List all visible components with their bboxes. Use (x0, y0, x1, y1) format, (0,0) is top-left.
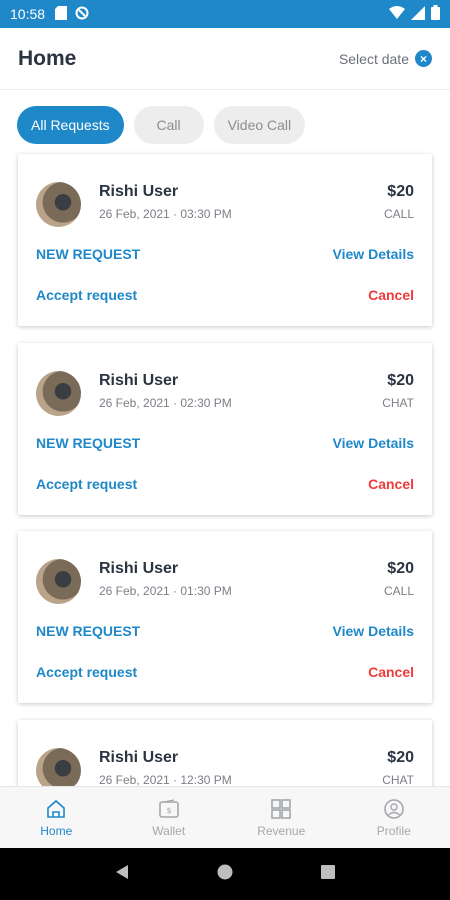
view-details-link[interactable]: View Details (333, 246, 414, 262)
request-price: $20 (387, 183, 414, 200)
cancel-button[interactable]: Cancel (368, 664, 414, 680)
request-status: NEW REQUEST (36, 246, 141, 262)
filter-video-call[interactable]: Video Call (213, 106, 306, 144)
select-date-label: Select date (338, 50, 409, 67)
accept-request-button[interactable]: Accept request (36, 476, 137, 492)
status-time: 10:58 (10, 6, 46, 22)
nav-home-label: Home (40, 823, 73, 838)
nav-revenue[interactable]: Revenue (225, 787, 338, 848)
requester-name: Rishi User (99, 183, 179, 200)
app-header: Home Select date × (0, 28, 450, 90)
bottom-nav: Home $ Wallet Revenue Profile (0, 786, 450, 848)
back-icon[interactable] (114, 864, 130, 885)
request-type: CALL (383, 584, 414, 598)
wifi-icon (389, 5, 405, 23)
system-nav-bar (0, 848, 450, 900)
request-datetime: 26 Feb, 2021 · 12:30 PM (99, 773, 232, 786)
wallet-icon: $ (158, 798, 179, 818)
request-datetime: 26 Feb, 2021 · 02:30 PM (99, 396, 232, 410)
request-card: Rishi User 26 Feb, 2021 · 02:30 PM $20 C… (18, 343, 432, 515)
accept-request-button[interactable]: Accept request (36, 287, 137, 303)
request-price: $20 (387, 372, 414, 389)
view-details-link[interactable]: View Details (333, 435, 414, 451)
svg-text:$: $ (166, 806, 171, 815)
status-bar: 10:58 (0, 0, 450, 28)
view-details-link[interactable]: View Details (333, 623, 414, 639)
avatar (36, 748, 81, 786)
nav-profile-label: Profile (376, 823, 411, 838)
select-date-button[interactable]: Select date × (339, 50, 432, 67)
filter-chips: All Requests Call Video Call (17, 106, 306, 144)
request-type: CALL (383, 207, 414, 221)
request-list: Rishi User 26 Feb, 2021 · 03:30 PM $20 C… (0, 150, 450, 786)
request-status: NEW REQUEST (36, 623, 141, 639)
requester-name: Rishi User (99, 372, 179, 389)
avatar (36, 371, 81, 416)
avatar (36, 559, 81, 604)
nav-wallet[interactable]: $ Wallet (113, 787, 226, 848)
battery-icon (431, 5, 440, 23)
request-card: Rishi User 26 Feb, 2021 · 12:30 PM $20 C… (18, 720, 432, 786)
nav-home[interactable]: Home (0, 787, 113, 848)
avatar (36, 182, 81, 227)
signal-icon (411, 5, 425, 23)
request-price: $20 (387, 749, 414, 766)
accept-request-button[interactable]: Accept request (36, 664, 137, 680)
profile-icon (383, 798, 404, 819)
request-card: Rishi User 26 Feb, 2021 · 01:30 PM $20 C… (18, 531, 432, 703)
request-datetime: 26 Feb, 2021 · 03:30 PM (99, 207, 232, 221)
request-type: CHAT (382, 773, 414, 786)
request-status: NEW REQUEST (36, 435, 141, 451)
filter-call[interactable]: Call (133, 106, 204, 144)
home-circle-icon[interactable] (217, 864, 233, 885)
clear-date-icon[interactable]: × (415, 50, 432, 67)
request-card: Rishi User 26 Feb, 2021 · 03:30 PM $20 C… (18, 154, 432, 326)
nav-revenue-label: Revenue (257, 823, 306, 838)
nav-profile[interactable]: Profile (338, 787, 450, 848)
cancel-button[interactable]: Cancel (368, 476, 414, 492)
requester-name: Rishi User (99, 749, 179, 766)
data-saver-icon (75, 6, 89, 23)
cancel-button[interactable]: Cancel (368, 287, 414, 303)
revenue-icon (271, 798, 292, 819)
request-price: $20 (387, 560, 414, 577)
filter-all-requests[interactable]: All Requests (17, 106, 124, 144)
sd-card-icon (55, 5, 68, 23)
requester-name: Rishi User (99, 560, 179, 577)
nav-wallet-label: Wallet (152, 823, 186, 838)
home-icon (47, 799, 66, 818)
recents-icon[interactable] (320, 864, 336, 885)
page-title: Home (18, 46, 77, 70)
request-type: CHAT (382, 396, 414, 410)
request-datetime: 26 Feb, 2021 · 01:30 PM (99, 584, 232, 598)
